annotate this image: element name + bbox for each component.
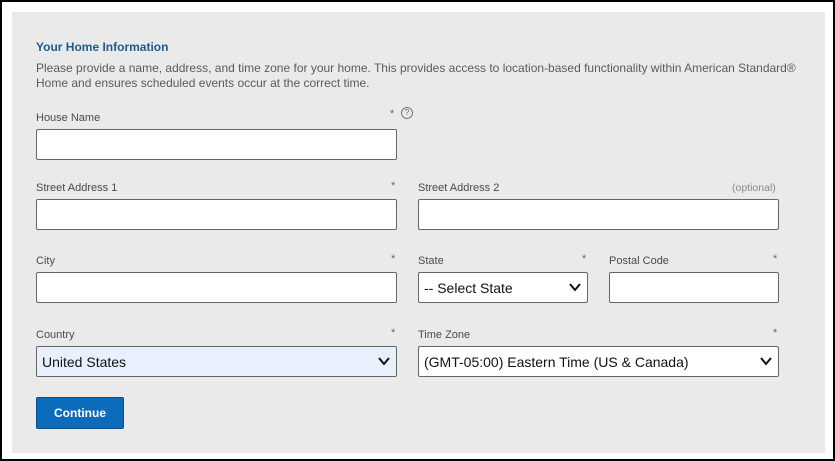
help-icon[interactable]: ? (401, 107, 413, 119)
time-zone-select[interactable]: (GMT-05:00) Eastern Time (US & Canada) (418, 346, 779, 377)
house-name-required-marker: * (390, 108, 395, 120)
city-required-marker: * (391, 253, 396, 265)
house-name-label: House Name (36, 112, 101, 124)
street-address-2-input[interactable] (418, 199, 779, 230)
country-label: Country (36, 329, 75, 341)
street-address-1-label: Street Address 1 (36, 182, 118, 194)
home-information-panel: Your Home Information Please provide a n… (12, 12, 825, 453)
time-zone-required-marker: * (773, 327, 778, 339)
house-name-input[interactable] (36, 129, 397, 160)
section-title: Your Home Information (36, 40, 169, 54)
postal-code-input[interactable] (609, 272, 779, 303)
time-zone-label: Time Zone (418, 329, 471, 341)
section-description: Please provide a name, address, and time… (36, 61, 796, 90)
city-label: City (36, 255, 55, 267)
street-address-2-optional-tag: (optional) (732, 182, 776, 194)
street-address-2-label: Street Address 2 (418, 182, 500, 194)
chevron-down-icon (378, 357, 390, 366)
state-required-marker: * (582, 253, 587, 265)
street-address-1-input[interactable] (36, 199, 397, 230)
postal-code-label: Postal Code (609, 255, 669, 267)
time-zone-selected-value: (GMT-05:00) Eastern Time (US & Canada) (424, 354, 689, 370)
city-input[interactable] (36, 272, 397, 303)
continue-button[interactable]: Continue (36, 397, 124, 429)
state-selected-value: -- Select State (424, 280, 513, 296)
street-address-1-required-marker: * (391, 180, 396, 192)
window-frame: Your Home Information Please provide a n… (0, 0, 835, 461)
postal-code-required-marker: * (773, 253, 778, 265)
state-select[interactable]: -- Select State (418, 272, 588, 303)
country-required-marker: * (391, 327, 396, 339)
country-selected-value: United States (42, 354, 127, 370)
chevron-down-icon (760, 357, 772, 366)
country-select[interactable]: United States (36, 346, 397, 377)
state-label: State (418, 255, 444, 267)
chevron-down-icon (569, 283, 581, 292)
